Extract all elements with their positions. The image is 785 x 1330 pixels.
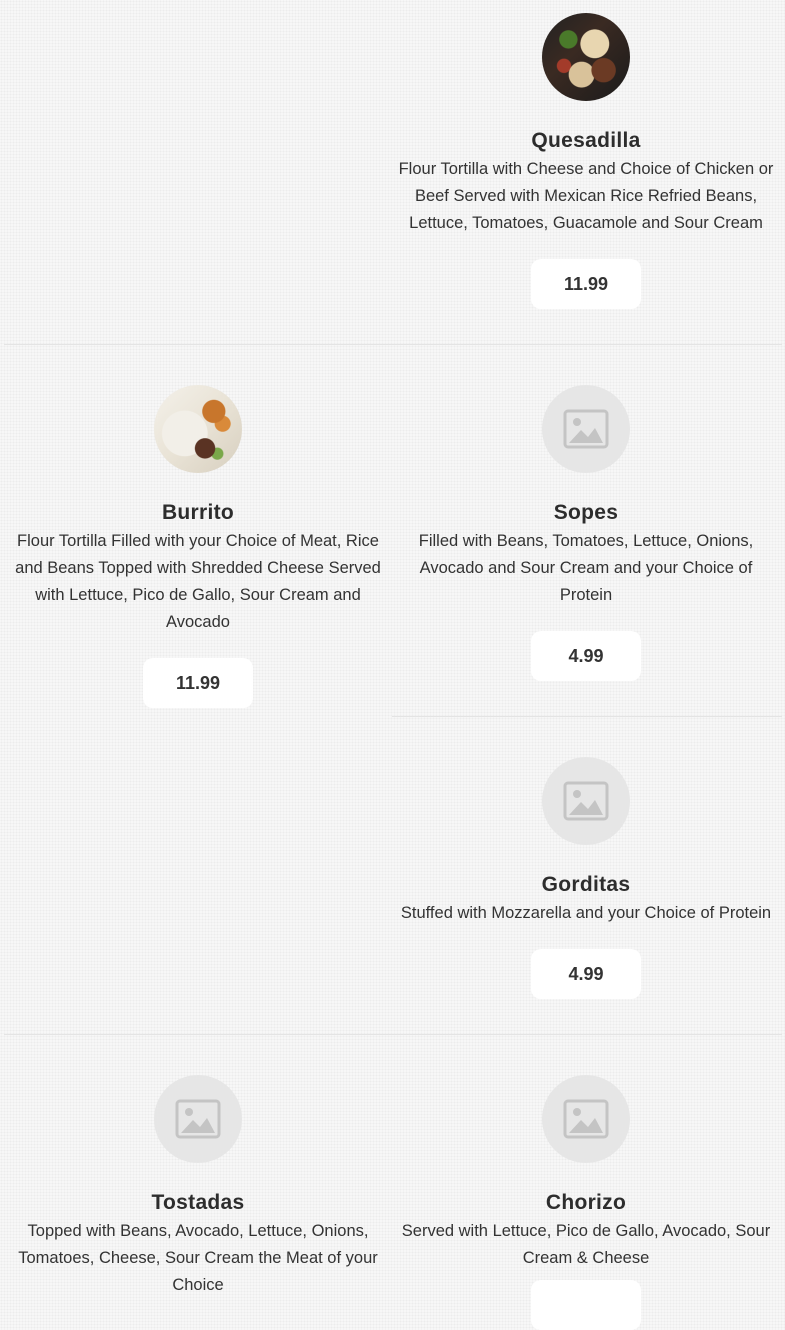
- menu-item-description: Flour Tortilla Filled with your Choice o…: [15, 532, 381, 631]
- menu-item-burrito[interactable]: Burrito Flour Tortilla Filled with your …: [4, 385, 392, 708]
- menu-item-gorditas[interactable]: Gorditas Stuffed with Mozzarella and you…: [392, 757, 780, 999]
- quesadilla-image: [542, 13, 630, 101]
- menu-item-title: Quesadilla: [531, 129, 641, 152]
- image-placeholder-icon: [542, 385, 630, 473]
- item-divider: [392, 716, 782, 717]
- menu-item-description: Stuffed with Mozzarella and your Choice …: [400, 904, 772, 922]
- price-badge[interactable]: 4.99: [531, 949, 641, 999]
- price-badge[interactable]: [531, 1280, 641, 1330]
- menu-item-title: Gorditas: [541, 873, 631, 896]
- menu-item-title: Chorizo: [545, 1191, 627, 1214]
- menu-item-description: Flour Tortilla with Cheese and Choice of…: [398, 160, 774, 232]
- menu-item-title: Burrito: [161, 501, 235, 524]
- menu-item-quesadilla[interactable]: Quesadilla Flour Tortilla with Cheese an…: [392, 13, 780, 309]
- image-placeholder-icon: [154, 1075, 242, 1163]
- row-divider: [4, 1034, 782, 1035]
- price-badge[interactable]: 4.99: [531, 631, 641, 681]
- menu-item-description: Topped with Beans, Avocado, Lettuce, Oni…: [18, 1222, 378, 1294]
- row-divider: [4, 344, 782, 345]
- menu-item-tostadas[interactable]: Tostadas Topped with Beans, Avocado, Let…: [4, 1075, 392, 1299]
- menu-item-title: Sopes: [553, 501, 619, 524]
- menu-item-title: Tostadas: [151, 1191, 245, 1214]
- menu-item-chorizo[interactable]: Chorizo Served with Lettuce, Pico de Gal…: [392, 1075, 780, 1330]
- menu-item-sopes[interactable]: Sopes Filled with Beans, Tomatoes, Lettu…: [392, 385, 780, 681]
- price-badge[interactable]: 11.99: [143, 658, 253, 708]
- burrito-image: [154, 385, 242, 473]
- menu-item-description: Served with Lettuce, Pico de Gallo, Avoc…: [401, 1222, 771, 1267]
- price-badge[interactable]: 11.99: [531, 259, 641, 309]
- image-placeholder-icon: [542, 1075, 630, 1163]
- image-placeholder-icon: [542, 757, 630, 845]
- menu-item-description: Filled with Beans, Tomatoes, Lettuce, On…: [418, 532, 754, 604]
